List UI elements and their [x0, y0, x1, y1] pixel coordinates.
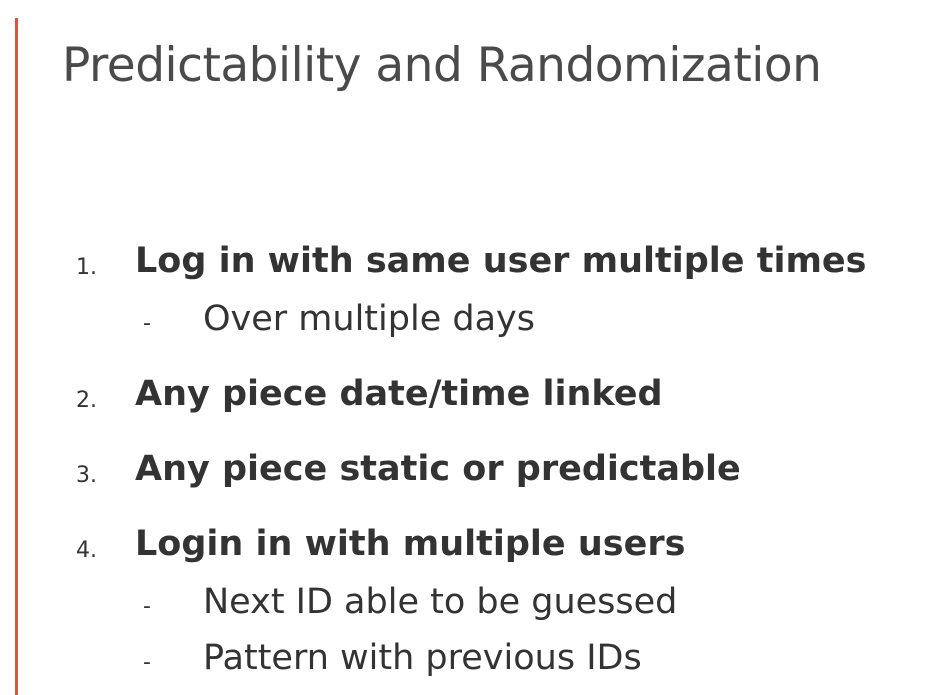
- slide: Predictability and Randomization 1. Log …: [0, 0, 930, 695]
- list-number: 1.: [76, 255, 97, 280]
- sub-bullet: -: [143, 594, 151, 619]
- accent-bar: [15, 18, 18, 695]
- sub-item-text: Next ID able to be guessed: [203, 582, 678, 622]
- sub-item-text: Pattern with previous IDs: [203, 638, 642, 678]
- list-item-text: Any piece date/time linked: [135, 374, 663, 414]
- list-item-text: Log in with same user multiple times: [135, 241, 867, 281]
- list-number: 2.: [76, 388, 97, 413]
- sub-bullet: -: [143, 650, 151, 675]
- slide-title: Predictability and Randomization: [62, 38, 822, 93]
- list-item-text: Any piece static or predictable: [135, 449, 741, 489]
- list-number: 3.: [76, 463, 97, 488]
- sub-bullet: -: [143, 311, 151, 336]
- list-item-text: Login in with multiple users: [135, 524, 686, 564]
- sub-item-text: Over multiple days: [203, 299, 535, 339]
- list-number: 4.: [76, 538, 97, 563]
